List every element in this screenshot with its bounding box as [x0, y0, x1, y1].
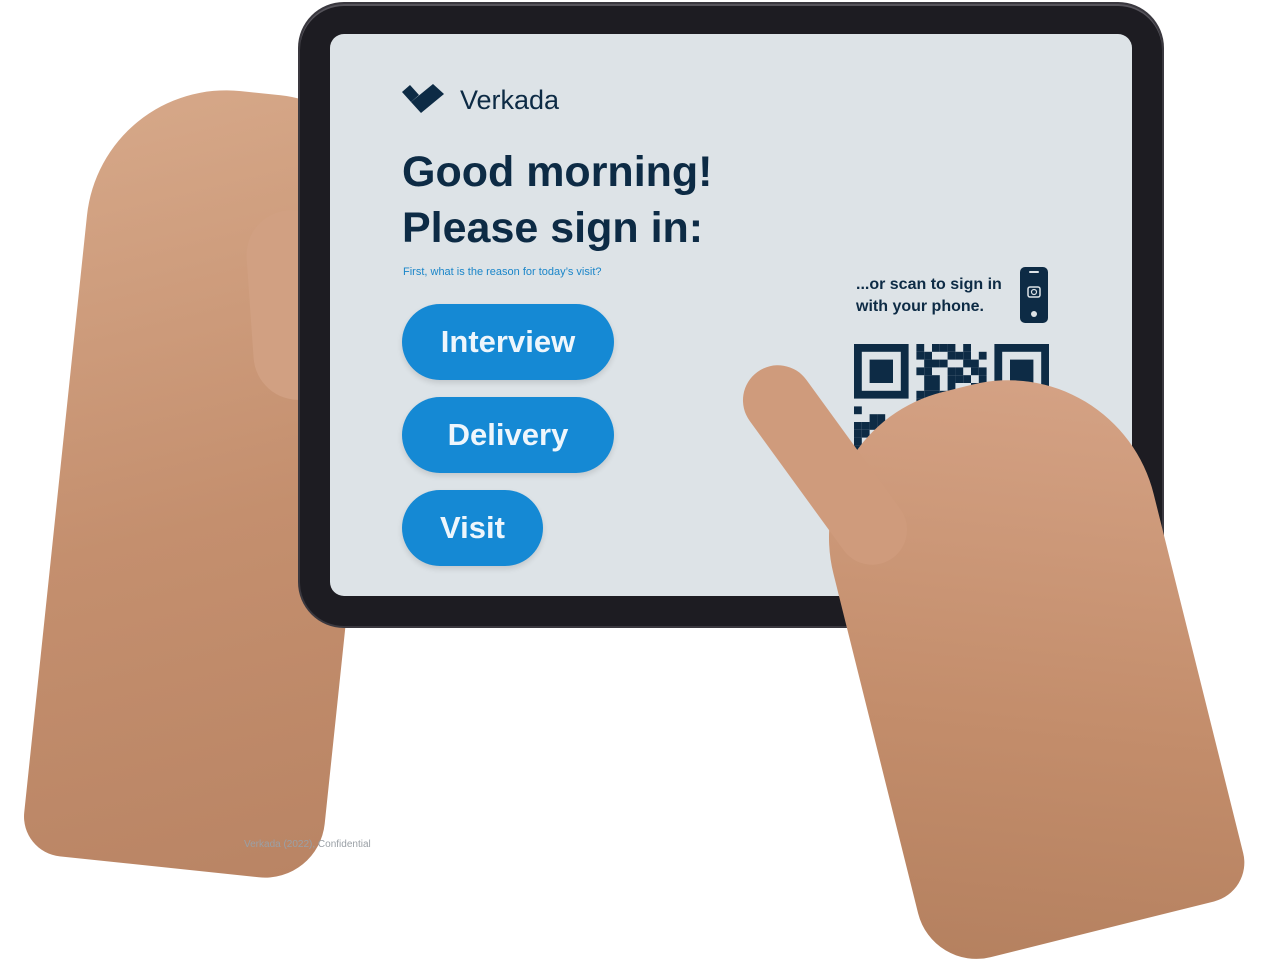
brand-header: Verkada — [402, 84, 559, 116]
visit-button[interactable]: Visit — [402, 490, 543, 566]
interview-button[interactable]: Interview — [402, 304, 614, 380]
verkada-logo-icon — [402, 84, 444, 113]
footer-note: Verkada (2022), Confidential — [244, 839, 371, 850]
brand-name: Verkada — [460, 84, 560, 115]
right-hand — [797, 348, 1253, 972]
delivery-button[interactable]: Delivery — [402, 397, 614, 473]
scan-instructions: ...or scan to sign in with your phone. — [856, 274, 1026, 318]
scan-text-line-1: ...or scan to sign in — [856, 276, 1002, 293]
visit-reason-prompt: First, what is the reason for today’s vi… — [403, 266, 602, 278]
scan-text-line-2: with your phone. — [856, 298, 984, 315]
greeting-line-1: Good morning! — [402, 148, 713, 196]
page-title: Good morning! Please sign in: — [402, 144, 713, 256]
greeting-line-2: Please sign in: — [402, 204, 704, 252]
phone-camera-icon — [1020, 267, 1048, 323]
